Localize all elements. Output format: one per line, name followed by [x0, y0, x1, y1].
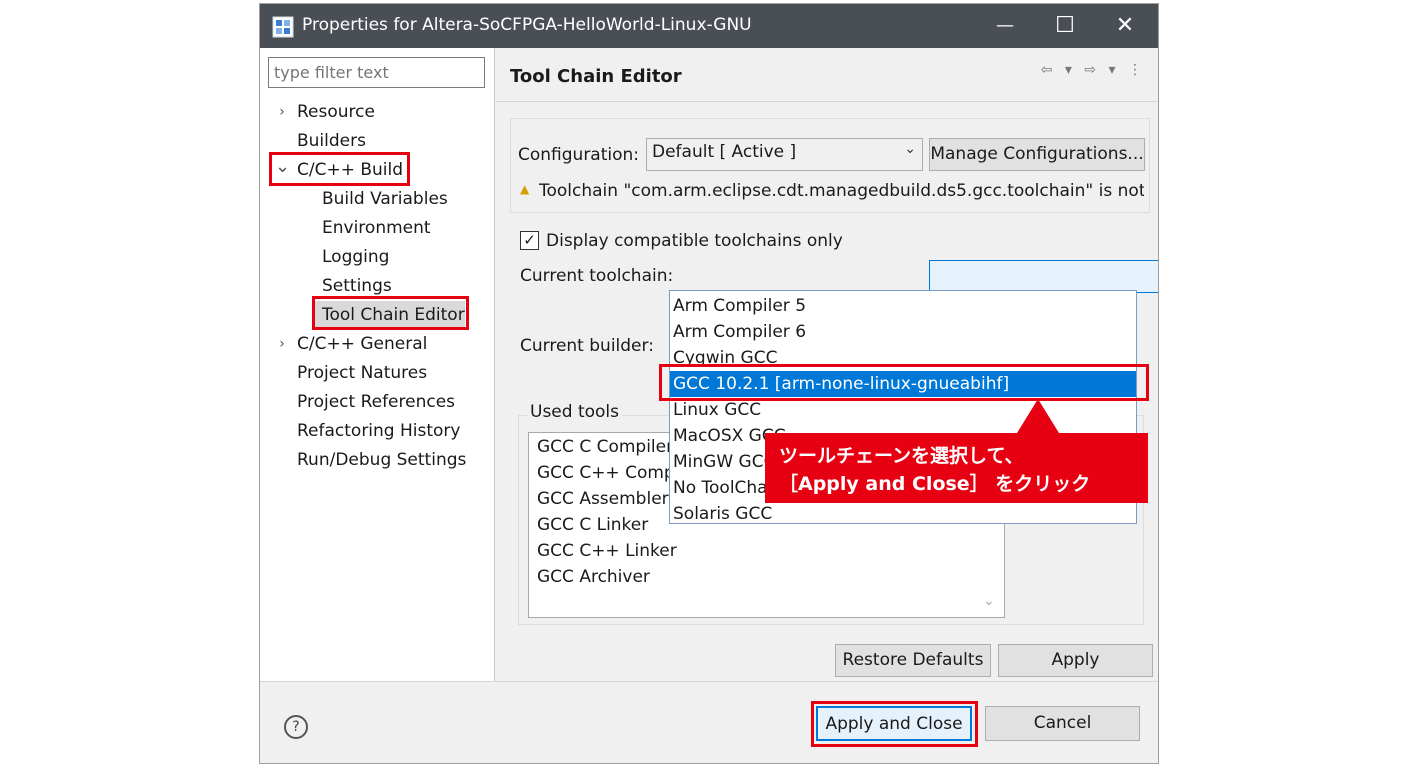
list-item[interactable]: GCC C Compiler — [537, 437, 673, 457]
display-compatible-label: Display compatible toolchains only — [546, 231, 843, 251]
sidebar-item-label: Logging — [322, 247, 390, 267]
sidebar: › Resource Builders ⌄ C/C++ Build Build … — [260, 48, 495, 681]
current-toolchain-select[interactable]: ⌄ — [929, 260, 1158, 293]
list-item[interactable]: GCC C Linker — [537, 515, 648, 535]
apply-button[interactable]: Apply — [998, 644, 1153, 677]
list-item[interactable]: GCC C++ Comp — [537, 463, 675, 483]
callout-pointer — [1017, 399, 1059, 433]
sidebar-item-resource[interactable]: › Resource — [260, 98, 495, 126]
configuration-label: Configuration: — [518, 145, 640, 165]
properties-app-icon — [272, 16, 294, 38]
sidebar-item-environment[interactable]: Environment — [260, 214, 495, 242]
manage-configurations-button[interactable]: Manage Configurations... — [929, 138, 1145, 171]
toolchain-option[interactable]: Arm Compiler 6 — [670, 319, 1136, 345]
sidebar-item-project-natures[interactable]: Project Natures — [260, 359, 495, 387]
list-item[interactable]: GCC C++ Linker — [537, 541, 677, 561]
title-bar: Properties for Altera-SoCFPGA-HelloWorld… — [260, 4, 1158, 48]
page-navigation-icons[interactable]: ⇦ ▾ ⇨ ▾ ⋮ — [1041, 62, 1146, 78]
scroll-down-icon[interactable]: ⌄ — [983, 593, 995, 609]
list-item[interactable]: GCC Archiver — [537, 567, 650, 587]
expand-chevron-icon[interactable]: › — [275, 98, 289, 126]
toolchain-option[interactable]: Arm Compiler 5 — [670, 293, 1136, 319]
close-button[interactable]: ✕ — [1094, 4, 1156, 48]
configuration-select[interactable]: Default [ Active ] ⌄ — [646, 138, 923, 171]
page-title: Tool Chain Editor — [510, 66, 682, 87]
warning-text: Toolchain "com.arm.eclipse.cdt.managedbu… — [539, 181, 1144, 201]
used-tools-label: Used tools — [527, 402, 623, 422]
sidebar-item-label: Builders — [297, 131, 366, 151]
sidebar-item-label: Resource — [297, 102, 375, 122]
filter-field[interactable] — [268, 57, 485, 88]
chevron-down-icon: ⌄ — [904, 141, 916, 157]
header-divider — [496, 101, 1158, 102]
current-builder-label: Current builder: — [520, 336, 654, 356]
sidebar-item-logging[interactable]: Logging — [260, 243, 495, 271]
sidebar-item-label: Run/Debug Settings — [297, 450, 467, 470]
filter-input[interactable] — [274, 59, 479, 86]
selected-toolchain-highlight — [659, 364, 1149, 401]
sidebar-item-refactoring-history[interactable]: Refactoring History — [260, 417, 495, 445]
sidebar-item-project-references[interactable]: Project References — [260, 388, 495, 416]
restore-defaults-button[interactable]: Restore Defaults — [835, 644, 991, 677]
help-icon[interactable]: ? — [284, 715, 308, 739]
sidebar-item-run-debug-settings[interactable]: Run/Debug Settings — [260, 446, 495, 474]
sidebar-item-label: Refactoring History — [297, 421, 461, 441]
cpp-build-highlight — [269, 152, 410, 186]
display-compatible-checkbox[interactable]: ✓ — [520, 231, 539, 250]
sidebar-item-label: Build Variables — [322, 189, 448, 209]
expand-chevron-icon[interactable]: › — [275, 330, 289, 358]
sidebar-item-label: C/C++ General — [297, 334, 428, 354]
sidebar-item-label: Project References — [297, 392, 456, 412]
sidebar-item-label: Environment — [322, 218, 431, 238]
callout-line-2: ［Apply and Close］ をクリック — [779, 473, 1091, 495]
sidebar-item-label: Project Natures — [297, 363, 428, 383]
warning-icon: ▲ — [520, 182, 530, 196]
toolchain-option[interactable]: Solaris GCC — [670, 501, 1136, 523]
sidebar-item-builders[interactable]: Builders — [260, 127, 495, 155]
dialog-button-bar: ? Apply and Close Cancel — [260, 681, 1158, 763]
sidebar-item-build-variables[interactable]: Build Variables — [260, 185, 495, 213]
apply-and-close-highlight — [811, 701, 978, 747]
cancel-button[interactable]: Cancel — [985, 706, 1140, 741]
tool-chain-editor-highlight — [312, 296, 469, 330]
sidebar-item-cpp-general[interactable]: › C/C++ General — [260, 330, 495, 358]
list-item[interactable]: GCC Assembler — [537, 489, 669, 509]
minimize-button[interactable]: — — [974, 4, 1036, 48]
current-toolchain-label: Current toolchain: — [520, 266, 674, 286]
instruction-callout: ツールチェーンを選択して、 ［Apply and Close］ をクリック — [765, 433, 1148, 503]
configuration-value: Default [ Active ] — [652, 142, 797, 162]
callout-line-1: ツールチェーンを選択して、 — [779, 445, 1024, 467]
window-title: Properties for Altera-SoCFPGA-HelloWorld… — [302, 15, 752, 35]
maximize-button[interactable]: ☐ — [1034, 4, 1096, 48]
